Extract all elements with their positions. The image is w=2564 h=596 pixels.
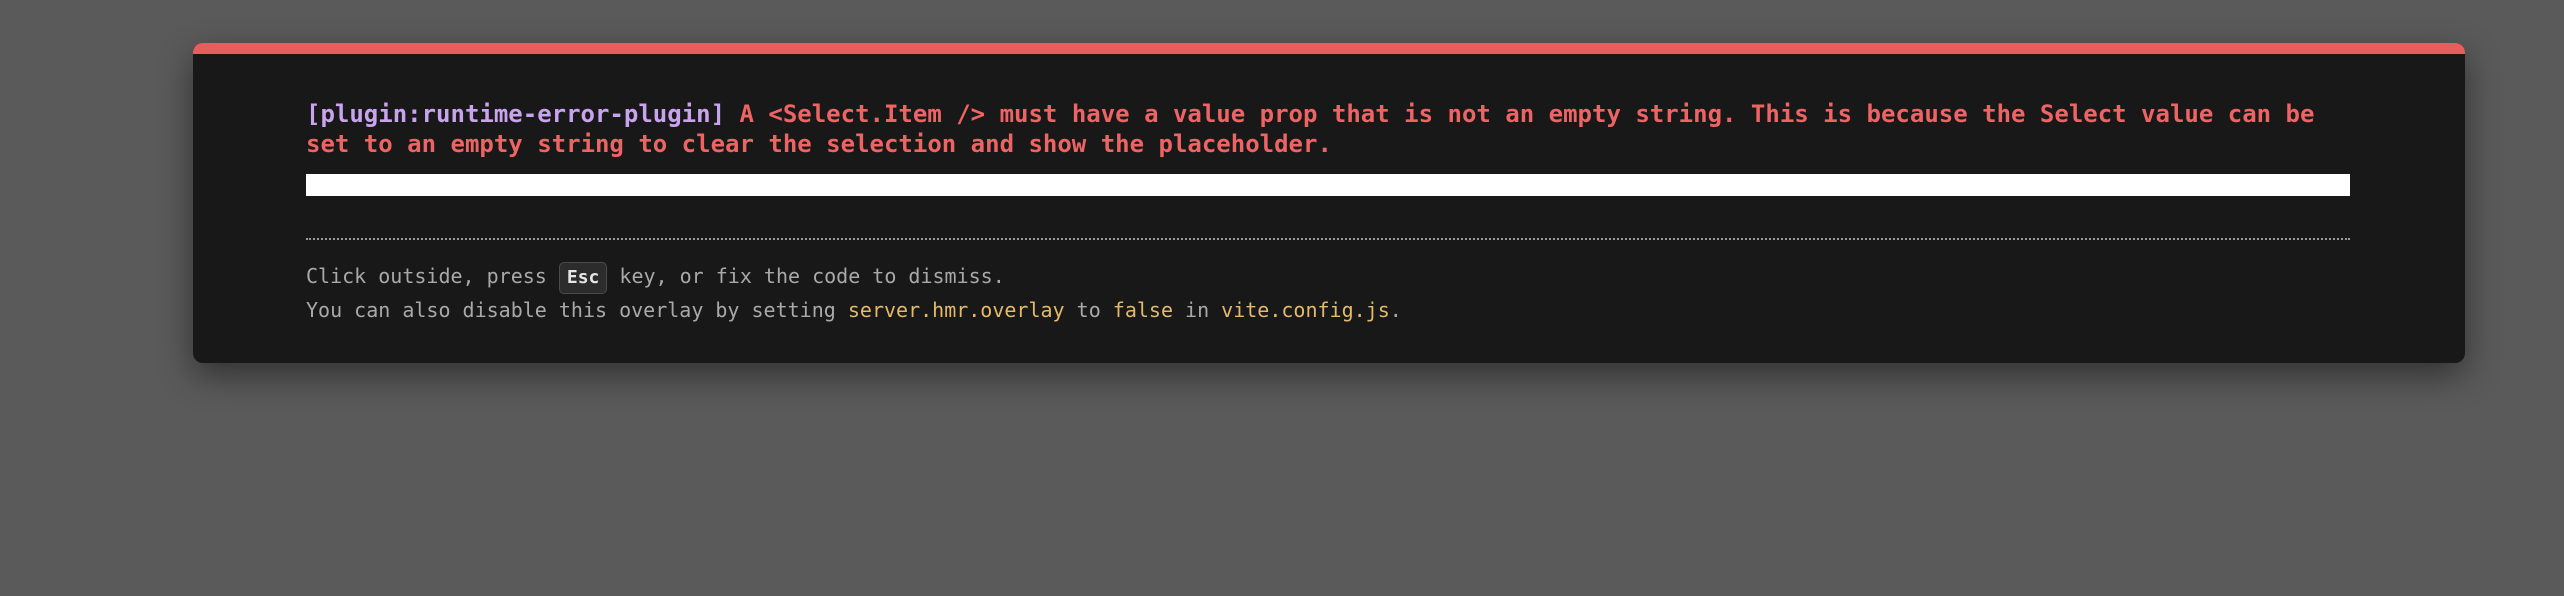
error-message: [plugin:runtime-error-plugin] A <Select.… — [306, 99, 2356, 159]
error-stack-frame — [306, 174, 2350, 196]
disable-tip-text-to: to — [1064, 298, 1113, 322]
dismiss-tip-text-after: key, or fix the code to dismiss. — [607, 264, 1005, 288]
disable-tip-text-before: You can also disable this overlay by set… — [306, 298, 848, 322]
config-file-code: vite.config.js — [1221, 298, 1390, 322]
config-key-code: server.hmr.overlay — [847, 298, 1065, 322]
divider — [306, 238, 2350, 240]
config-value-code: false — [1112, 298, 1173, 322]
disable-tip-text-in: in — [1173, 298, 1222, 322]
error-overlay-window: [plugin:runtime-error-plugin] A <Select.… — [193, 43, 2465, 363]
disable-overlay-tip: You can also disable this overlay by set… — [306, 295, 1402, 325]
error-plugin-name: [plugin:runtime-error-plugin] — [306, 100, 726, 128]
dismiss-tip: Click outside, press Esc key, or fix the… — [306, 261, 1005, 294]
disable-tip-text-end: . — [1389, 298, 1402, 322]
esc-key-badge: Esc — [558, 261, 608, 294]
dismiss-tip-text-before: Click outside, press — [306, 264, 559, 288]
